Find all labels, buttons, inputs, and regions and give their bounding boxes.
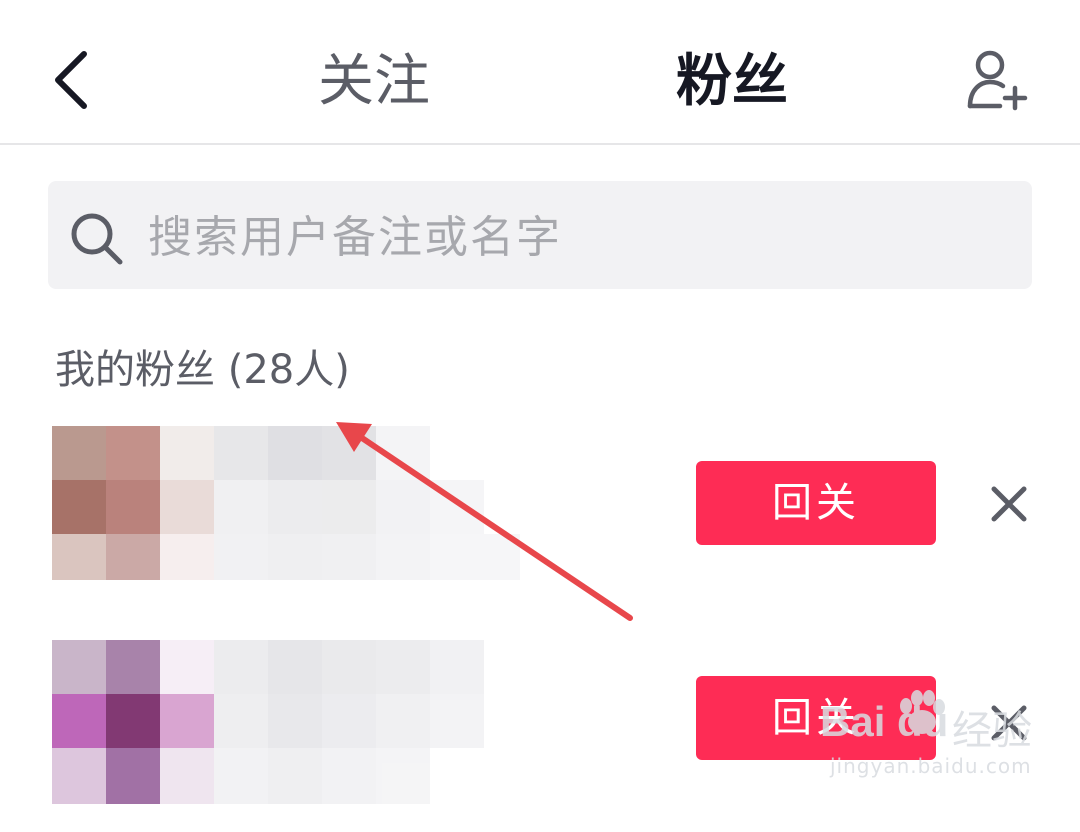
search-icon [71, 213, 123, 265]
watermark-url: jingyan.baidu.com [830, 754, 1032, 778]
watermark-brand: Bai du [820, 698, 949, 745]
search-placeholder: 搜索用户备注或名字 [148, 212, 562, 263]
blurred-avatar [52, 640, 484, 804]
tab-following[interactable]: 关注 [318, 48, 430, 116]
tab-fans[interactable]: 粉丝 [676, 48, 788, 116]
fan-list-item[interactable]: 回关 [0, 420, 1080, 620]
watermark-label: 经验 [952, 708, 1032, 754]
back-button[interactable] [44, 48, 104, 112]
add-user-icon [967, 50, 1028, 111]
follow-back-button[interactable]: 回关 [696, 461, 936, 545]
top-nav-bar: 关注 粉丝 [0, 0, 1080, 144]
baidu-watermark: Bai du 经验 jingyan.baidu.com [820, 684, 1080, 794]
chevron-left-icon [55, 51, 87, 109]
header-divider [0, 143, 1080, 145]
blurred-avatar [52, 426, 520, 580]
add-friend-button[interactable] [962, 48, 1034, 112]
close-icon[interactable] [988, 483, 1030, 525]
fans-count-heading: 我的粉丝 (28人) [55, 347, 350, 393]
